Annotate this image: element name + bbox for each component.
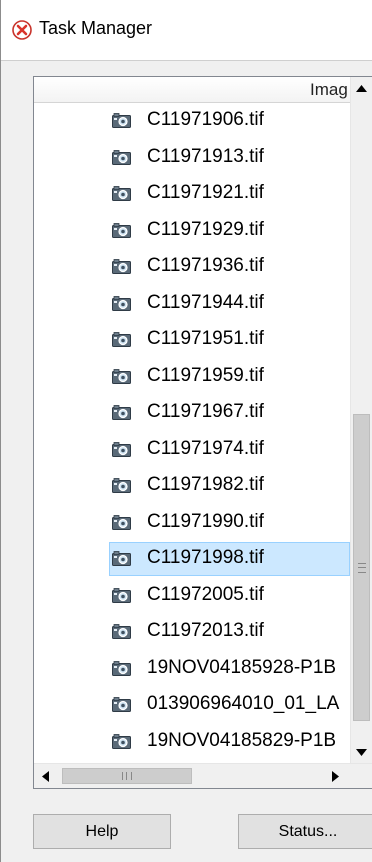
- scroll-up-button[interactable]: [351, 77, 372, 99]
- camera-icon: [112, 222, 131, 238]
- status-button[interactable]: Status...: [238, 814, 372, 849]
- camera-icon: [112, 441, 131, 457]
- list-item-cell[interactable]: C11971921.tif: [109, 177, 350, 211]
- list-item[interactable]: C11971944.tif: [34, 286, 350, 323]
- list-item[interactable]: C11971974.tif: [34, 432, 350, 469]
- camera-icon: [112, 478, 131, 493]
- list-item-cell[interactable]: C11971913.tif: [109, 141, 350, 175]
- right-arrow-icon: [331, 770, 339, 782]
- vertical-scrollbar[interactable]: [350, 77, 372, 763]
- client-area: Imag C11971906.tif C11971913.tif C11971921…: [1, 60, 372, 862]
- window-title: Task Manager: [39, 18, 153, 38]
- column-header-label: Imag: [310, 80, 348, 99]
- camera-icon: [112, 514, 131, 530]
- image-list[interactable]: Imag C11971906.tif C11971913.tif C11971921…: [33, 76, 372, 789]
- list-item-label: 19NOV04185829-P1B: [147, 729, 337, 751]
- list-item-cell[interactable]: C11972005.tif: [109, 579, 350, 613]
- list-item[interactable]: C11971959.tif: [34, 359, 350, 396]
- list-item[interactable]: C11972005.tif: [34, 578, 350, 615]
- scroll-left-button[interactable]: [34, 764, 56, 788]
- list-item-label: C11971921.tif: [147, 182, 264, 203]
- list-item-cell[interactable]: C11971959.tif: [109, 360, 350, 394]
- camera-icon: [112, 733, 131, 749]
- vertical-scroll-thumb[interactable]: [353, 414, 370, 721]
- down-arrow-icon: [356, 748, 367, 756]
- list-item-label: C11971944.tif: [147, 291, 264, 313]
- list-item-cell[interactable]: C11971967.tif: [109, 396, 350, 430]
- list-item-label: C11971936.tif: [147, 255, 264, 276]
- list-item[interactable]: C11971913.tif: [34, 140, 350, 177]
- list-item[interactable]: C11971929.tif: [34, 213, 350, 250]
- list-item-label: C11972005.tif: [147, 583, 264, 605]
- camera-icon: [112, 551, 131, 566]
- list-item-label: C11971990.tif: [147, 510, 264, 532]
- list-item-label: C11971929.tif: [147, 218, 264, 240]
- list-item[interactable]: C11971990.tif: [34, 505, 350, 542]
- help-button[interactable]: Help: [33, 814, 171, 849]
- grip-icon: [122, 772, 132, 780]
- grip-icon: [358, 563, 366, 573]
- horizontal-scroll-thumb[interactable]: [62, 768, 192, 784]
- list-item[interactable]: C11971982.tif: [34, 468, 350, 505]
- list-item[interactable]: C11971921.tif: [34, 176, 350, 213]
- camera-icon: [112, 149, 131, 165]
- list-item-label: 013906964010_01_LA: [147, 693, 340, 714]
- camera-icon: [112, 113, 131, 128]
- list-item[interactable]: C11971998.tif: [34, 541, 350, 578]
- list-item-cell[interactable]: 013906964010_01_LA: [109, 688, 350, 722]
- camera-icon: [112, 368, 131, 384]
- list-item-cell[interactable]: 19NOV04185928-P1B: [109, 652, 350, 686]
- list-item[interactable]: 19NOV04185928-P1B: [34, 651, 350, 688]
- list-item-label: C11972013.tif: [147, 620, 264, 641]
- list-item-label: C11971913.tif: [147, 145, 264, 167]
- horizontal-scrollbar[interactable]: [34, 763, 372, 788]
- list-item-label: C11971951.tif: [147, 328, 264, 349]
- list-item[interactable]: C11971906.tif: [34, 103, 350, 140]
- list-item-label: 19NOV04185928-P1B: [147, 656, 337, 678]
- task-manager-window: Task Manager Imag C11971906.tif C11971913…: [0, 0, 372, 862]
- scroll-down-button[interactable]: [351, 741, 372, 763]
- column-header-image[interactable]: Imag: [34, 77, 350, 103]
- camera-icon: [112, 624, 131, 639]
- list-item-label: C11971959.tif: [147, 364, 264, 386]
- scroll-right-button[interactable]: [324, 764, 346, 788]
- up-arrow-icon: [356, 84, 367, 92]
- list-item-cell[interactable]: C11971990.tif: [109, 506, 350, 540]
- list-item-cell[interactable]: C11972013.tif: [109, 615, 350, 649]
- camera-icon: [112, 405, 131, 420]
- title-bar[interactable]: Task Manager: [1, 0, 372, 60]
- camera-icon: [112, 587, 131, 603]
- list-rows: C11971906.tif C11971913.tif C11971921.tif C…: [34, 103, 350, 763]
- camera-icon: [112, 660, 131, 676]
- camera-icon: [112, 259, 131, 274]
- camera-icon: [112, 186, 131, 201]
- list-item-label: C11971998.tif: [147, 547, 264, 568]
- list-item[interactable]: C11971951.tif: [34, 322, 350, 359]
- list-item[interactable]: C11971936.tif: [34, 249, 350, 286]
- left-arrow-icon: [41, 770, 49, 782]
- list-item-label: C11971906.tif: [147, 109, 264, 130]
- list-item-cell[interactable]: C11971974.tif: [109, 433, 350, 467]
- list-item-cell[interactable]: C11971951.tif: [109, 323, 350, 357]
- list-item-label: C11971974.tif: [147, 437, 264, 459]
- list-item-cell[interactable]: C11971936.tif: [109, 250, 350, 284]
- list-item-cell[interactable]: C11971982.tif: [109, 469, 350, 503]
- list-item-cell[interactable]: C11971906.tif: [109, 104, 350, 138]
- camera-icon: [112, 697, 131, 712]
- list-item-cell[interactable]: 19NOV04185829-P1B: [109, 725, 350, 759]
- list-item[interactable]: 19NOV04185829-P1B: [34, 724, 350, 761]
- camera-icon: [112, 332, 131, 347]
- list-item[interactable]: C11972013.tif: [34, 614, 350, 651]
- list-item-label: C11971967.tif: [147, 401, 264, 422]
- red-x-circle-icon: [12, 20, 32, 40]
- list-item-label: C11971982.tif: [147, 474, 264, 495]
- camera-icon: [112, 295, 131, 311]
- list-item[interactable]: C11971967.tif: [34, 395, 350, 432]
- list-item-cell[interactable]: C11971998.tif: [109, 542, 350, 576]
- list-item-cell[interactable]: C11971929.tif: [109, 214, 350, 248]
- list-item-cell[interactable]: C11971944.tif: [109, 287, 350, 321]
- list-item[interactable]: 013906964010_01_LA: [34, 687, 350, 724]
